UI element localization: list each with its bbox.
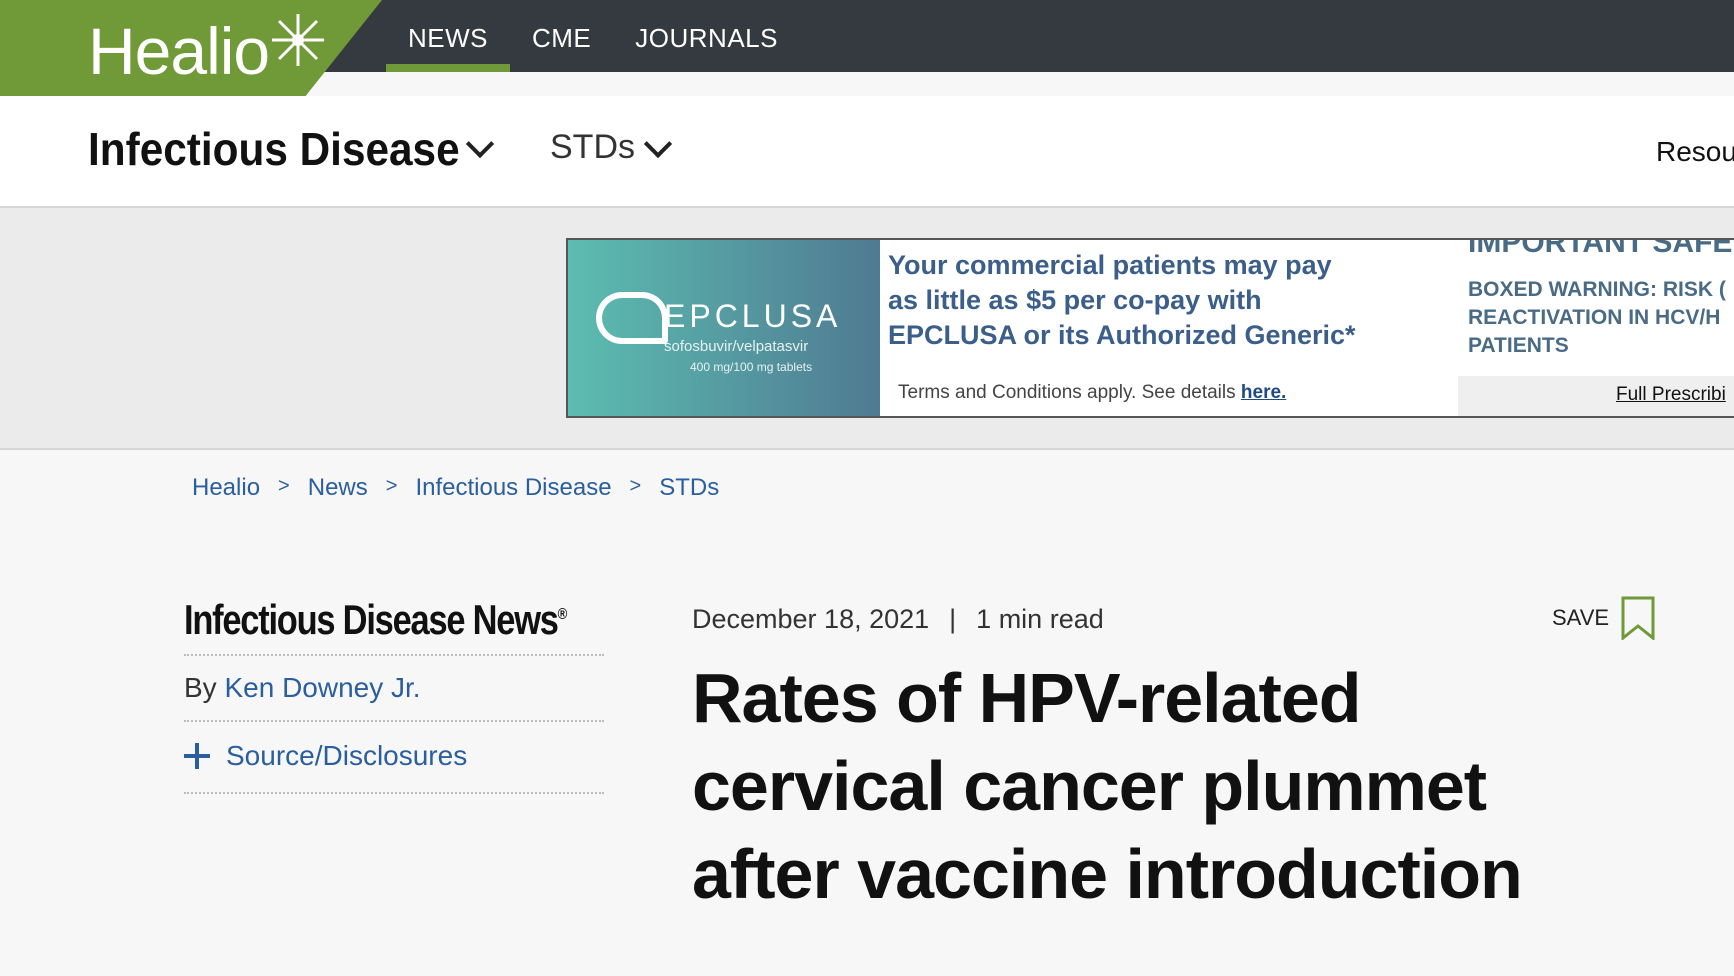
publish-date: December 18, 2021 <box>692 604 930 634</box>
ad-brand-sub: sofosbuvir/velpatasvir <box>664 338 809 355</box>
breadcrumb-healio[interactable]: Healio <box>192 474 260 502</box>
topic-dropdown[interactable]: STDs <box>550 128 635 167</box>
read-time: 1 min read <box>976 604 1104 634</box>
section-nav: Infectious Disease STDs Resour <box>0 96 1734 208</box>
chevron-down-icon[interactable] <box>465 129 495 159</box>
epclusa-logo-icon <box>596 292 668 344</box>
nav-news[interactable]: NEWS <box>386 0 510 72</box>
registered-mark: ® <box>557 606 568 623</box>
breadcrumb-news[interactable]: News <box>308 474 368 502</box>
resources-link[interactable]: Resour <box>1656 136 1734 168</box>
ad-band: EPCLUSA sofosbuvir/velpatasvir 400 mg/10… <box>0 208 1734 450</box>
publication-logo[interactable]: Infectious Disease News® <box>184 596 568 644</box>
ad-safety-footer: Full Prescribi <box>1458 376 1734 416</box>
article-headline: Rates of HPV-related cervical cancer plu… <box>692 659 1523 913</box>
ad-safety-panel: IMPORTANT SAFE BOXED WARNING: RISK ( REA… <box>1458 240 1734 416</box>
ad-brand-name: EPCLUSA <box>664 298 842 334</box>
publication-name: Infectious Disease News <box>184 596 559 643</box>
byline: By Ken Downey Jr. <box>184 672 421 704</box>
author-link[interactable]: Ken Downey Jr. <box>224 672 420 703</box>
bookmark-icon <box>1621 596 1655 640</box>
ad-safety-warning: BOXED WARNING: RISK ( REACTIVATION IN HC… <box>1468 278 1726 357</box>
chevron-down-icon[interactable] <box>643 129 673 159</box>
breadcrumb-stds[interactable]: STDs <box>659 474 719 502</box>
section-title[interactable]: Infectious Disease <box>88 122 460 176</box>
full-prescribing-link[interactable]: Full Prescribi <box>1616 384 1726 406</box>
banner-ad[interactable]: EPCLUSA sofosbuvir/velpatasvir 400 mg/10… <box>566 238 1734 418</box>
ad-terms: Terms and Conditions apply. See details … <box>898 382 1286 404</box>
divider <box>184 792 604 794</box>
divider <box>184 654 604 656</box>
main-nav: NEWS CME JOURNALS <box>386 0 800 72</box>
ad-brand-panel[interactable]: EPCLUSA sofosbuvir/velpatasvir 400 mg/10… <box>568 240 880 416</box>
source-disclosures-label: Source/Disclosures <box>226 740 468 771</box>
save-button[interactable]: SAVE <box>1552 596 1655 640</box>
logo-text: Healio <box>88 14 270 88</box>
breadcrumb-separator: > <box>629 474 642 497</box>
star-burst-icon <box>272 14 324 66</box>
breadcrumb-separator: > <box>278 474 290 497</box>
ad-terms-text: Terms and Conditions apply. See details <box>898 382 1241 403</box>
breadcrumb: Healio > News > Infectious Disease > STD… <box>192 474 719 502</box>
article-meta: December 18, 2021 | 1 min read <box>692 604 1104 635</box>
ad-safety-heading: IMPORTANT SAFE <box>1468 238 1733 259</box>
divider <box>184 720 604 722</box>
breadcrumb-separator: > <box>385 474 398 497</box>
logo[interactable]: Healio <box>0 0 382 96</box>
meta-separator: | <box>949 604 957 634</box>
save-label: SAVE <box>1552 605 1610 630</box>
ad-brand-dose: 400 mg/100 mg tablets <box>690 360 813 374</box>
nav-cme[interactable]: CME <box>510 0 613 72</box>
plus-icon <box>184 743 210 769</box>
breadcrumb-infectious-disease[interactable]: Infectious Disease <box>415 474 611 502</box>
ad-terms-link[interactable]: here. <box>1241 382 1286 403</box>
byline-prefix: By <box>184 672 225 703</box>
source-disclosures-toggle[interactable]: Source/Disclosures <box>184 740 467 772</box>
nav-journals[interactable]: JOURNALS <box>613 0 800 72</box>
ad-copy: Your commercial patients may pay as litt… <box>888 250 1356 350</box>
